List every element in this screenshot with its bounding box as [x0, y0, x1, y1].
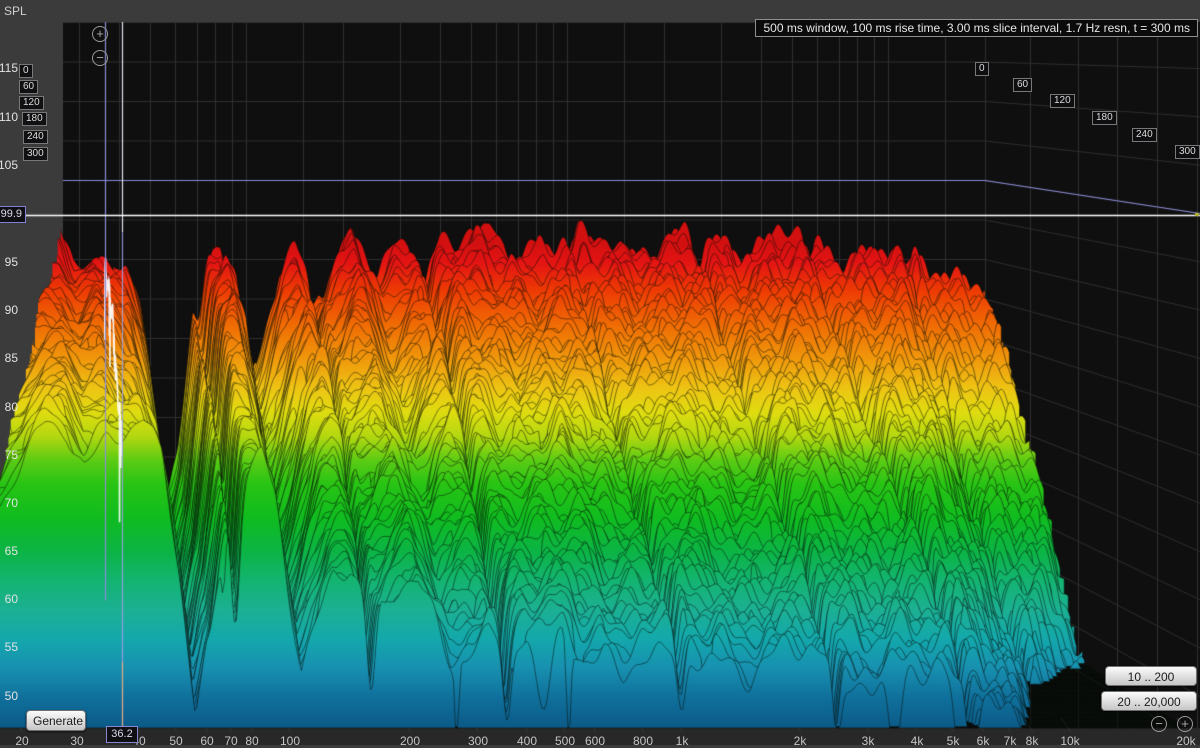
freq-tick-label: 200 — [400, 734, 420, 748]
spl-tick-label: 105 — [0, 158, 18, 172]
time-tick-label: 120 — [19, 96, 44, 110]
time-tick-label: 240 — [1132, 128, 1157, 142]
spl-tick-label: 60 — [0, 592, 18, 606]
freq-tick-label: 30 — [70, 734, 83, 748]
freq-tick-label: 4k — [911, 734, 924, 748]
generate-button[interactable]: Generate — [26, 710, 86, 731]
freq-tick-label: 1k — [676, 734, 689, 748]
freq-tick-label: 100 — [280, 734, 300, 748]
spl-tick-label: 65 — [0, 544, 18, 558]
spl-tick-label: 80 — [0, 400, 18, 414]
freq-tick-label: 2k — [794, 734, 807, 748]
time-tick-label: 0 — [975, 62, 989, 76]
zoom-out-button-bottom[interactable]: − — [1151, 716, 1167, 732]
zoom-out-button-top[interactable]: − — [92, 50, 108, 66]
waterfall-plot-canvas[interactable] — [0, 22, 1200, 745]
range-full-button[interactable]: 20 .. 20,000 — [1101, 691, 1197, 711]
freq-tick-label: 300 — [468, 734, 488, 748]
freq-tick-label: 7k — [1004, 734, 1017, 748]
freq-tick-label: 6k — [977, 734, 990, 748]
spl-tick-label: 85 — [0, 351, 18, 365]
freq-tick-label: 5k — [947, 734, 960, 748]
freq-tick-label: 10k — [1060, 734, 1079, 748]
time-tick-label: 0 — [19, 64, 33, 78]
spl-tick-label: 50 — [0, 689, 18, 703]
spl-tick-label: 70 — [0, 496, 18, 510]
spl-tick-label: 110 — [0, 110, 18, 124]
zoom-in-button-bottom[interactable]: + — [1177, 716, 1193, 732]
cursor-spl-readout: 99.9 — [0, 206, 26, 223]
time-tick-label: 60 — [1013, 78, 1032, 92]
freq-tick-label: 60 — [200, 734, 213, 748]
freq-tick-label: 20 — [15, 734, 28, 748]
spl-tick-label: 115 — [0, 61, 18, 75]
time-tick-label: 120 — [1050, 94, 1075, 108]
freq-tick-label: 400 — [517, 734, 537, 748]
freq-tick-label: 70 — [224, 734, 237, 748]
freq-tick-label: 20k — [1176, 734, 1195, 748]
time-tick-label: 60 — [19, 80, 38, 94]
freq-tick-label: 600 — [585, 734, 605, 748]
analysis-settings-readout: 500 ms window, 100 ms rise time, 3.00 ms… — [755, 19, 1198, 37]
spl-tick-label: 95 — [0, 255, 18, 269]
time-tick-label: 300 — [1175, 145, 1200, 159]
time-tick-label: 180 — [22, 112, 47, 126]
time-tick-label: 180 — [1092, 111, 1117, 125]
freq-tick-label: 50 — [169, 734, 182, 748]
zoom-in-button-top[interactable]: + — [92, 26, 108, 42]
range-bass-button[interactable]: 10 .. 200 — [1105, 666, 1197, 686]
waterfall-window: { "window": { "axis_unit_label": "SPL" }… — [0, 0, 1200, 745]
time-tick-label: 300 — [23, 147, 48, 161]
spl-tick-label: 55 — [0, 640, 18, 654]
freq-tick-label: 8k — [1026, 734, 1039, 748]
freq-tick-label: 80 — [245, 734, 258, 748]
spl-tick-label: 90 — [0, 303, 18, 317]
freq-tick-label: 500 — [555, 734, 575, 748]
freq-tick-label: 800 — [633, 734, 653, 748]
cursor-frequency-readout: 36.2 — [106, 726, 138, 743]
spl-tick-label: 75 — [0, 448, 18, 462]
time-tick-label: 240 — [23, 130, 48, 144]
freq-tick-label: 3k — [862, 734, 875, 748]
spl-axis-unit-label: SPL — [4, 4, 27, 18]
